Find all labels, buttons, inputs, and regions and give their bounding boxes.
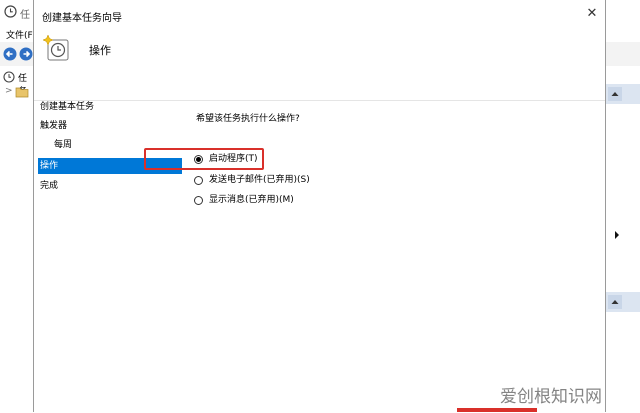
radio-display-message[interactable]: 显示消息(已弃用)(M) — [194, 192, 294, 208]
action-question: 希望该任务执行什么操作? — [196, 114, 300, 124]
dialog-body: 创建基本任务 触发器 每周 操作 完成 希望该任务执行什么操作? 启动程序(T)… — [34, 100, 605, 413]
create-basic-task-wizard: 创建基本任务向导 ✕ 操作 创建基本任务 触发器 每周 操作 完成 希望该任务执… — [33, 0, 606, 413]
forward-arrow-icon[interactable] — [19, 47, 33, 64]
navigation-tree: 任务 > — [0, 66, 35, 412]
close-icon[interactable]: ✕ — [583, 5, 601, 23]
dialog-title-bar: 创建基本任务向导 ✕ — [34, 0, 605, 30]
radio-button[interactable] — [194, 175, 203, 185]
radio-send-email[interactable]: 发送电子邮件(已弃用)(S) — [194, 172, 310, 188]
step-heading: 操作 — [89, 44, 111, 57]
annotation-bottom-mark — [457, 408, 537, 412]
actions-pane-header — [604, 84, 640, 104]
actions-pane-section — [604, 292, 640, 312]
back-arrow-icon[interactable] — [3, 47, 17, 64]
watermark-text: 爱创根知识网 — [500, 387, 602, 407]
actions-pane — [604, 66, 640, 412]
scroll-up-icon[interactable] — [608, 295, 622, 309]
radio-label: 发送电子邮件(已弃用)(S) — [209, 175, 310, 185]
scroll-up-icon[interactable] — [608, 87, 622, 101]
clock-icon — [3, 71, 15, 86]
folder-icon — [15, 86, 29, 101]
expand-arrow-icon[interactable] — [613, 230, 621, 243]
menu-file[interactable]: 文件(F — [6, 28, 33, 41]
dialog-title: 创建基本任务向导 — [42, 13, 122, 24]
radio-label: 显示消息(已弃用)(M) — [209, 195, 294, 205]
clock-icon — [4, 5, 17, 21]
step-finish[interactable]: 完成 — [40, 178, 180, 194]
annotation-highlight-box — [144, 148, 264, 170]
main-title-text: 任 — [20, 10, 30, 21]
step-trigger[interactable]: 触发器 — [40, 118, 180, 134]
radio-button[interactable] — [194, 195, 203, 205]
task-wizard-icon — [42, 34, 70, 62]
step-create-basic-task[interactable]: 创建基本任务 — [40, 99, 180, 115]
expand-arrow-icon[interactable]: > — [5, 86, 13, 96]
